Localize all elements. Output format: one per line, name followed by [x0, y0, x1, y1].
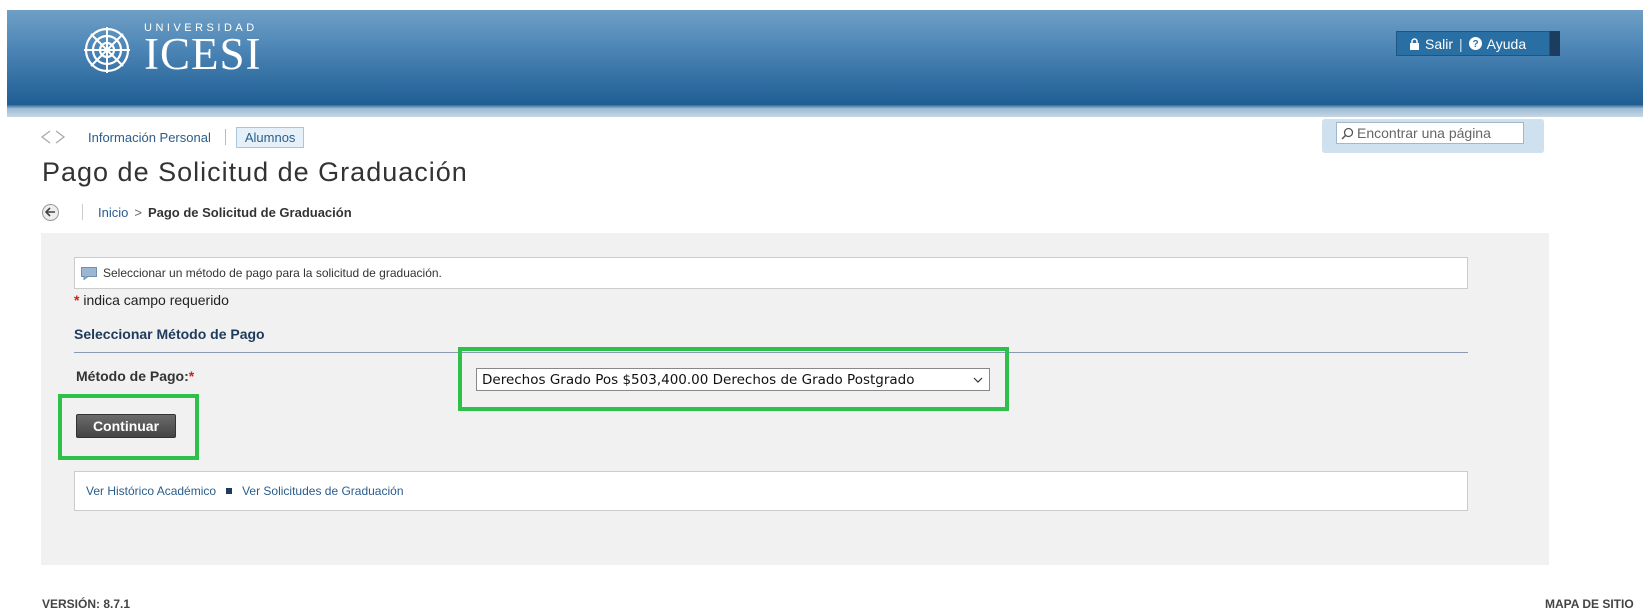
required-note-text: indica campo requerido	[79, 292, 229, 308]
link-academic-history[interactable]: Ver Histórico Académico	[86, 484, 216, 498]
chevron-left-icon[interactable]	[40, 130, 52, 144]
tab-alumnos[interactable]: Alumnos	[235, 126, 305, 148]
speech-bubble-icon	[81, 266, 97, 280]
search-placeholder: Encontrar una página	[1357, 125, 1491, 141]
top-links-edge	[1550, 31, 1560, 56]
link-graduation-requests[interactable]: Ver Solicitudes de Graduación	[242, 484, 403, 498]
search-icon	[1341, 127, 1354, 140]
logout-link[interactable]: Salir	[1409, 36, 1453, 52]
nav-arrows[interactable]	[40, 130, 68, 144]
logo-icesi-text: ICESI	[144, 29, 262, 79]
related-links-box: Ver Histórico Académico Ver Solicitudes …	[74, 471, 1468, 511]
lock-icon	[1410, 37, 1419, 50]
help-link[interactable]: ? Ayuda	[1468, 35, 1527, 52]
required-note: * indica campo requerido	[74, 292, 229, 308]
top-links-separator: |	[1459, 35, 1463, 52]
payment-method-selected: Derechos Grado Pos $503,400.00 Derechos …	[482, 371, 915, 388]
chevron-down-icon	[973, 377, 983, 383]
page-title: Pago de Solicitud de Graduación	[42, 157, 468, 187]
continue-button[interactable]: Continuar	[76, 414, 176, 438]
main-nav: Información Personal Alumnos	[40, 126, 305, 148]
nav-divider	[224, 129, 226, 145]
version-text: VERSIÓN: 8.7.1	[42, 597, 131, 611]
main-panel: Seleccionar un método de pago para la so…	[41, 233, 1549, 565]
nav-personal-info[interactable]: Información Personal	[88, 130, 211, 145]
back-button[interactable]	[42, 203, 59, 221]
info-message-text: Seleccionar un método de pago para la so…	[103, 266, 442, 280]
svg-text:?: ?	[1472, 39, 1478, 50]
breadcrumb-separator: >	[134, 204, 142, 220]
payment-method-label-text: Método de Pago:	[76, 368, 189, 384]
help-label: Ayuda	[1486, 35, 1527, 52]
question-circle-icon: ?	[1468, 37, 1482, 50]
seal-icon	[84, 27, 130, 73]
bullet-separator	[226, 488, 233, 494]
info-message-box: Seleccionar un método de pago para la so…	[74, 257, 1468, 289]
arrow-left-icon	[45, 207, 55, 217]
payment-method-label: Método de Pago:*	[76, 368, 194, 384]
breadcrumb-current: Pago de Solicitud de Graduación	[147, 204, 352, 220]
payment-required-star: *	[188, 368, 195, 384]
chevron-right-icon[interactable]	[54, 130, 66, 144]
header-strip	[7, 105, 1643, 117]
top-links-bar: Salir | ? Ayuda	[1396, 31, 1550, 56]
section-title: Seleccionar Método de Pago	[74, 326, 265, 342]
breadcrumb: Inicio > Pago de Solicitud de Graduación	[42, 203, 352, 221]
sitemap-link[interactable]: MAPA DE SITIO	[1545, 597, 1634, 611]
search-panel: Encontrar una página	[1322, 119, 1544, 153]
payment-method-select[interactable]: Derechos Grado Pos $503,400.00 Derechos …	[476, 368, 990, 391]
breadcrumb-home[interactable]: Inicio	[98, 205, 128, 220]
search-input[interactable]: Encontrar una página	[1336, 122, 1524, 144]
university-logo[interactable]: UNIVERSIDAD ICESI	[78, 22, 262, 78]
breadcrumb-divider	[82, 204, 83, 220]
logout-label: Salir	[1425, 35, 1454, 52]
